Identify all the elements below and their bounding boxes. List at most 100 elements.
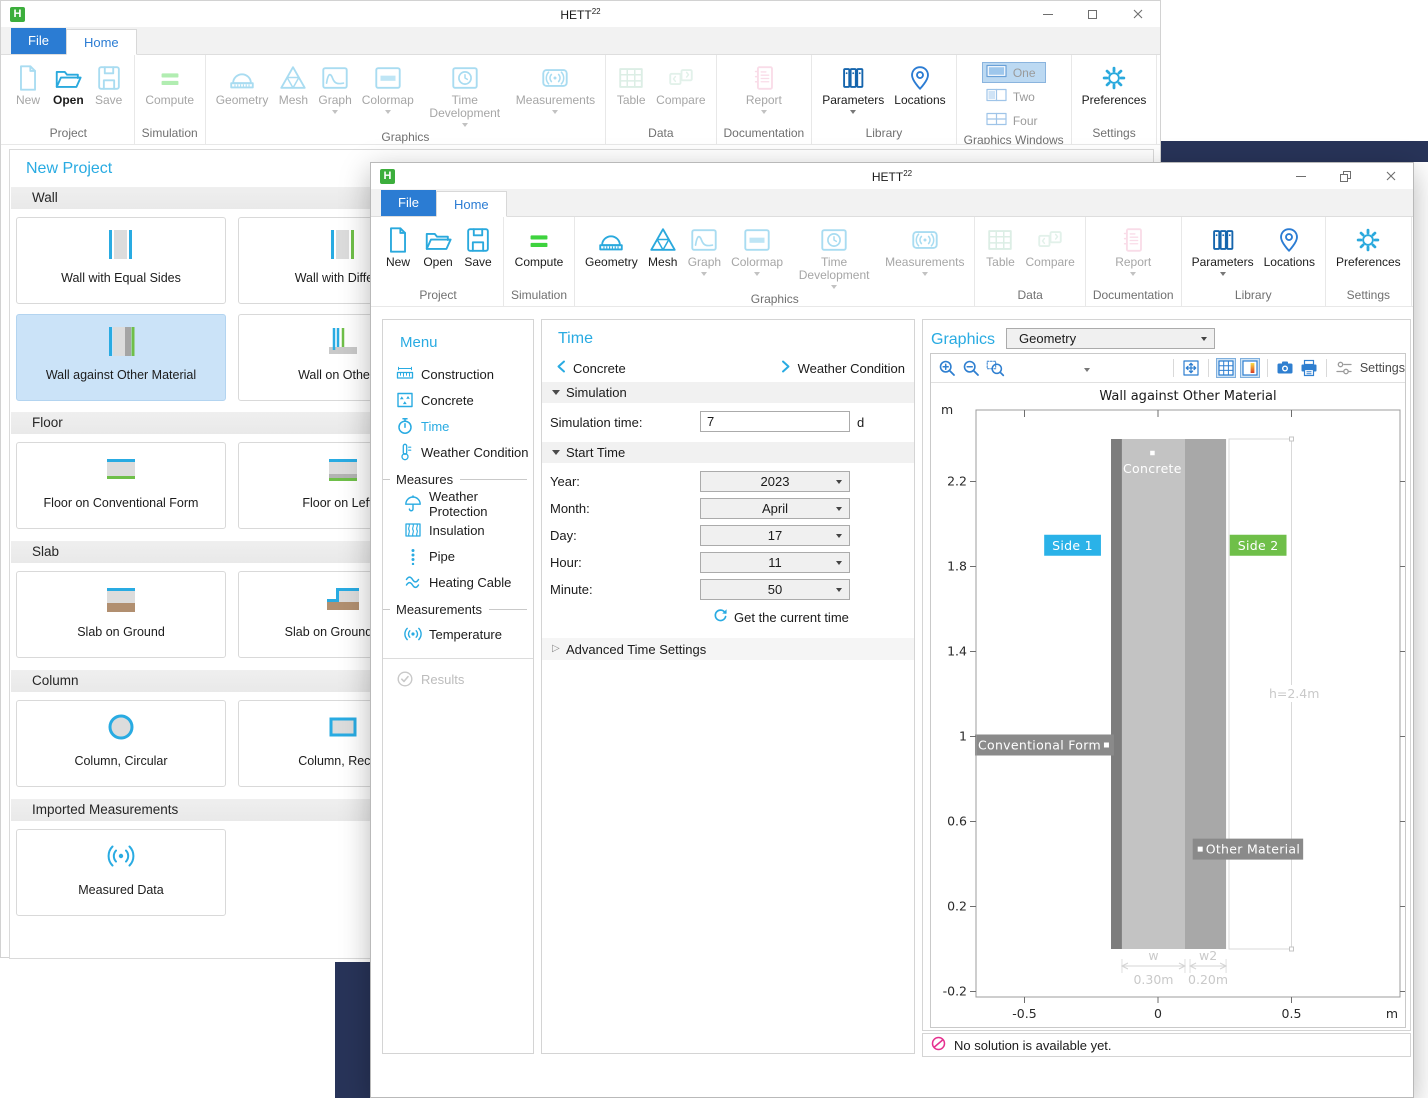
window-title: HETT22 [1, 7, 1160, 22]
ribbon-group-data: TableCompareData [606, 55, 716, 144]
time-panel: TimeConcreteWeather ConditionSimulationS… [541, 319, 915, 1054]
mesh-button[interactable]: Mesh [643, 220, 683, 290]
preferences-icon [1099, 61, 1129, 94]
ribbon-group-settings: PreferencesSettings [1072, 55, 1158, 144]
two-windows-chip[interactable]: Two [982, 86, 1046, 107]
table-button: Table [980, 220, 1020, 286]
compute-button[interactable]: Compute [510, 220, 569, 286]
simulation-section-header[interactable]: Simulation [542, 382, 914, 403]
ribbon-group-label: Graphics [211, 128, 600, 145]
locations-button[interactable]: Locations [889, 58, 950, 124]
nav-previous-concrete[interactable]: Concrete [556, 360, 626, 376]
preferences-button[interactable]: Preferences [1331, 220, 1406, 286]
minimize-icon [1296, 176, 1306, 177]
project-card-column-circular[interactable]: Column, Circular [16, 700, 226, 787]
geometry-chart[interactable]: Wall against Other Materialmw0.30mw20.20… [931, 383, 1405, 1028]
month-select[interactable]: April [700, 498, 850, 519]
pipe-icon [404, 547, 422, 565]
save-button[interactable]: Save [458, 220, 498, 286]
results-icon [396, 670, 414, 688]
minute-select[interactable]: 50 [700, 579, 850, 600]
nav-next-weather-condition[interactable]: Weather Condition [781, 360, 905, 376]
ribbon-group-graphics: GeometryMeshGraphColormapTime Developmen… [206, 55, 606, 144]
year-select[interactable]: 2023 [700, 471, 850, 492]
new-project-heading: New Project [26, 160, 112, 178]
one-windows-chip[interactable]: One [982, 62, 1046, 83]
compute-icon [155, 61, 185, 94]
start-time-section-header[interactable]: Start Time [542, 442, 914, 463]
project-card-slab-on-ground[interactable]: Slab on Ground [16, 571, 226, 658]
graphics-panel: GraphicsGeometrySettingsWall against Oth… [922, 319, 1411, 1031]
y-tick-label: 1.8 [947, 559, 967, 574]
menu-item-construction[interactable]: Construction [383, 361, 533, 387]
tab-home[interactable]: Home [436, 191, 507, 217]
table-icon [985, 223, 1015, 256]
floor-conventional-form-icon [17, 446, 225, 494]
menu-item-pipe[interactable]: Pipe [383, 543, 533, 569]
parameters-icon [1208, 223, 1238, 256]
dimension-value: 0.20m [1188, 972, 1228, 987]
ribbon-group-label: Library [817, 124, 950, 144]
print-icon[interactable] [1299, 358, 1319, 378]
menu-item-weather-protection[interactable]: Weather Protection [383, 491, 533, 517]
zoom-out-icon[interactable] [961, 358, 981, 378]
graphics-settings-label[interactable]: Settings [1360, 361, 1405, 375]
region-concrete [1122, 439, 1185, 949]
dropdown-caret-icon[interactable] [1084, 368, 1090, 372]
restore-button[interactable] [1323, 163, 1368, 189]
minimize-button[interactable] [1025, 1, 1070, 27]
close-icon [1386, 171, 1396, 181]
hour-label: Hour: [550, 555, 582, 570]
menu-item-heating-cable[interactable]: Heating Cable [383, 569, 533, 595]
parameters-button[interactable]: Parameters [1187, 220, 1259, 286]
tab-home[interactable]: Home [66, 29, 137, 55]
minimize-button[interactable] [1278, 163, 1323, 189]
dimension-label: w [1148, 948, 1158, 963]
snapshot-icon[interactable] [1275, 358, 1295, 378]
menu-item-time[interactable]: Time [383, 413, 533, 439]
zoom-extents-icon[interactable] [1181, 358, 1201, 378]
close-button[interactable] [1368, 163, 1413, 189]
menu-item-concrete[interactable]: Concrete [383, 387, 533, 413]
menu-item-weather-condition[interactable]: Weather Condition [383, 439, 533, 465]
hour-select[interactable]: 11 [700, 552, 850, 573]
project-card-wall-with-equal-sides[interactable]: Wall with Equal Sides [16, 217, 226, 304]
menu-item-insulation[interactable]: Insulation [383, 517, 533, 543]
new-button[interactable]: New [378, 220, 418, 286]
tab-file[interactable]: File [11, 28, 66, 54]
time-development-button: Time Development [419, 58, 511, 128]
grid-chip-icon[interactable] [1216, 358, 1236, 378]
project-card-wall-against-other-material[interactable]: Wall against Other Material [16, 314, 226, 401]
geometry-button[interactable]: Geometry [580, 220, 643, 290]
y-tick-label: 2.2 [947, 474, 967, 489]
two-windows-icon [986, 88, 1008, 105]
zoom-box-icon[interactable] [985, 358, 1005, 378]
parameters-button[interactable]: Parameters [817, 58, 889, 124]
menu-item-temperature[interactable]: Temperature [383, 621, 533, 647]
time-development-icon [819, 223, 849, 256]
locations-button[interactable]: Locations [1259, 220, 1320, 286]
toolbar-separator [1173, 359, 1174, 377]
zoom-in-icon[interactable] [937, 358, 957, 378]
colormap-button: Colormap [726, 220, 788, 290]
open-button[interactable]: Open [418, 220, 458, 286]
wall-equal-sides-icon [17, 221, 225, 269]
open-button[interactable]: Open [48, 58, 89, 124]
close-button[interactable] [1115, 1, 1160, 27]
marker [1150, 451, 1155, 456]
graphics-view-select[interactable]: Geometry [1006, 328, 1215, 349]
preferences-button[interactable]: Preferences [1077, 58, 1152, 124]
day-select[interactable]: 17 [700, 525, 850, 546]
dropdown-caret-icon [552, 110, 558, 114]
tab-file[interactable]: File [381, 190, 436, 216]
advanced-time-settings-expander[interactable]: ▷Advanced Time Settings [542, 638, 914, 660]
project-card-measured-data[interactable]: Measured Data [16, 829, 226, 916]
four-windows-chip[interactable]: Four [982, 110, 1046, 131]
simulation-time-input[interactable] [700, 411, 850, 432]
get-current-time-button[interactable]: Get the current time [713, 608, 849, 626]
project-card-floor-on-conventional-form[interactable]: Floor on Conventional Form [16, 442, 226, 529]
maximize-button[interactable] [1070, 1, 1115, 27]
colorbar-chip-icon[interactable] [1240, 358, 1260, 378]
ribbon-group-label: Project [378, 286, 498, 306]
settings-options-icon[interactable] [1334, 358, 1354, 378]
